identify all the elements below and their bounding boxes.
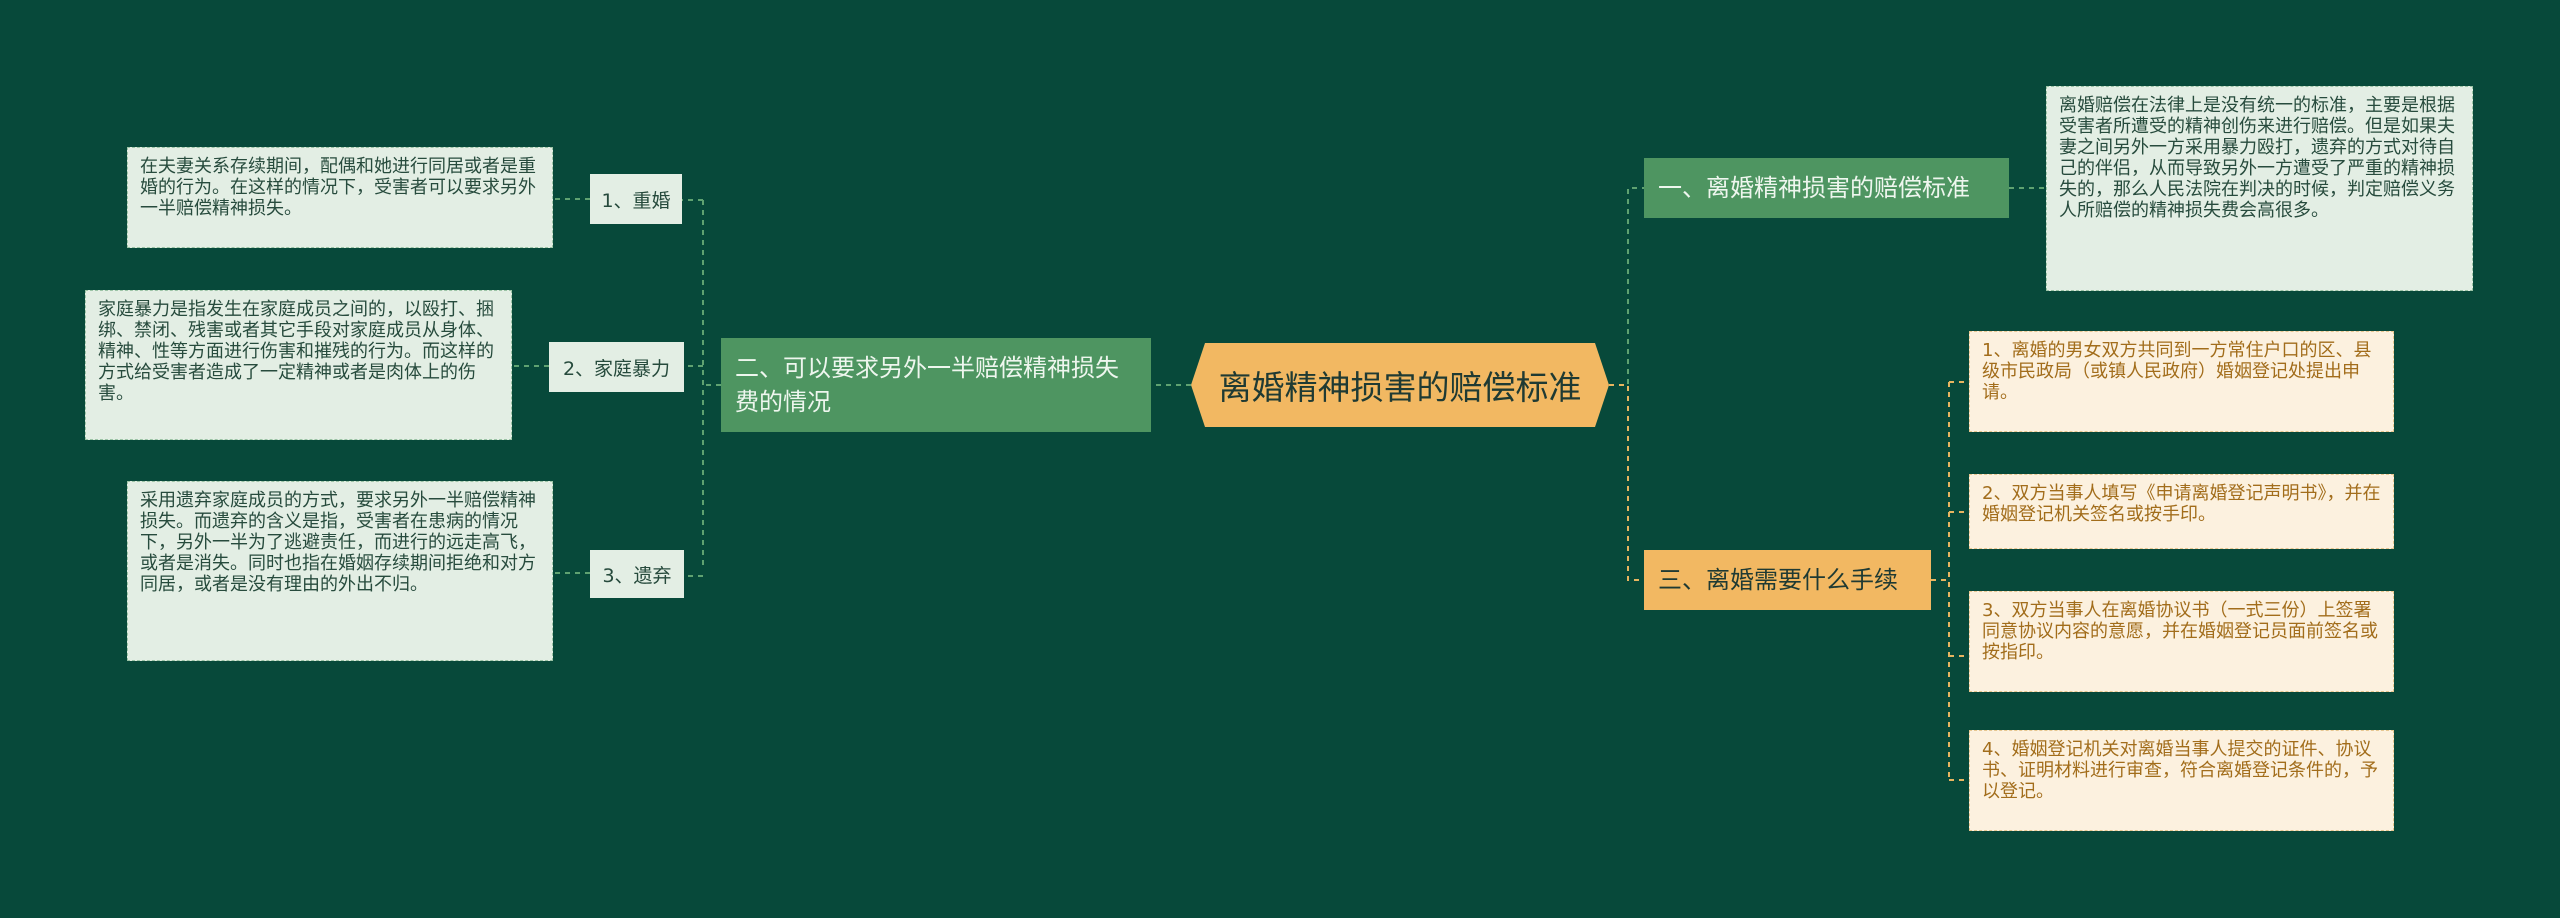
branch-claim-situations[interactable]: 二、可以要求另外一半赔偿精神损失费的情况: [721, 338, 1151, 432]
central-topic-label: 离婚精神损害的赔偿标准: [1218, 368, 1582, 407]
branch-divorce-procedures[interactable]: 三、离婚需要什么手续: [1644, 550, 1931, 610]
compensation-standard-detail[interactable]: 离婚赔偿在法律上是没有统一的标准，主要是根据受害者所遭受的精神创伤来进行赔偿。但…: [2046, 86, 2473, 291]
procedure-step-2[interactable]: 2、双方当事人填写《申请离婚登记声明书》，并在婚姻登记机关签名或按手印。: [1969, 474, 2394, 549]
leaf-bigamy-text: 在夫妻关系存续期间，配偶和她进行同居或者是重婚的行为。在这样的情况下，受害者可以…: [140, 156, 536, 219]
label-abandonment[interactable]: 3、遗弃: [590, 550, 684, 598]
leaf-abandonment-text: 采用遗弃家庭成员的方式，要求另外一半赔偿精神损失。而遗弃的含义是指，受害者在患病…: [140, 490, 536, 595]
branch-compensation-standard-label: 一、离婚精神损害的赔偿标准: [1658, 174, 1970, 202]
label-bigamy-text: 1、重婚: [601, 189, 671, 212]
leaf-domestic-violence-text: 家庭暴力是指发生在家庭成员之间的，以殴打、捆绑、禁闭、残害或者其它手段对家庭成员…: [98, 299, 494, 404]
leaf-abandonment[interactable]: 采用遗弃家庭成员的方式，要求另外一半赔偿精神损失。而遗弃的含义是指，受害者在患病…: [127, 481, 553, 661]
procedure-step-4[interactable]: 4、婚姻登记机关对离婚当事人提交的证件、协议书、证明材料进行审查，符合离婚登记条…: [1969, 730, 2394, 831]
branch-divorce-procedures-label: 三、离婚需要什么手续: [1658, 566, 1898, 594]
label-domestic-violence-text: 2、家庭暴力: [562, 357, 671, 380]
procedure-step-2-text: 2、双方当事人填写《申请离婚登记声明书》，并在婚姻登记机关签名或按手印。: [1982, 483, 2381, 525]
branch-compensation-standard[interactable]: 一、离婚精神损害的赔偿标准: [1644, 158, 2009, 218]
procedure-step-1-text: 1、离婚的男女双方共同到一方常住户口的区、县级市民政局（或镇人民政府）婚姻登记处…: [1982, 340, 2372, 403]
branch-claim-situations-label: 二、可以要求另外一半赔偿精神损失费的情况: [735, 354, 1119, 416]
label-bigamy[interactable]: 1、重婚: [590, 174, 682, 224]
compensation-standard-detail-text: 离婚赔偿在法律上是没有统一的标准，主要是根据受害者所遭受的精神创伤来进行赔偿。但…: [2059, 95, 2455, 221]
leaf-domestic-violence[interactable]: 家庭暴力是指发生在家庭成员之间的，以殴打、捆绑、禁闭、残害或者其它手段对家庭成员…: [85, 290, 512, 440]
label-abandonment-text: 3、遗弃: [602, 564, 672, 587]
central-topic[interactable]: 离婚精神损害的赔偿标准: [1191, 343, 1609, 427]
leaf-bigamy[interactable]: 在夫妻关系存续期间，配偶和她进行同居或者是重婚的行为。在这样的情况下，受害者可以…: [127, 147, 553, 248]
procedure-step-4-text: 4、婚姻登记机关对离婚当事人提交的证件、协议书、证明材料进行审查，符合离婚登记条…: [1982, 739, 2378, 802]
procedure-step-1[interactable]: 1、离婚的男女双方共同到一方常住户口的区、县级市民政局（或镇人民政府）婚姻登记处…: [1969, 331, 2394, 432]
procedure-step-3-text: 3、双方当事人在离婚协议书（一式三份）上签署同意协议内容的意愿，并在婚姻登记员面…: [1982, 600, 2378, 663]
label-domestic-violence[interactable]: 2、家庭暴力: [549, 342, 684, 392]
procedure-step-3[interactable]: 3、双方当事人在离婚协议书（一式三份）上签署同意协议内容的意愿，并在婚姻登记员面…: [1969, 591, 2394, 692]
